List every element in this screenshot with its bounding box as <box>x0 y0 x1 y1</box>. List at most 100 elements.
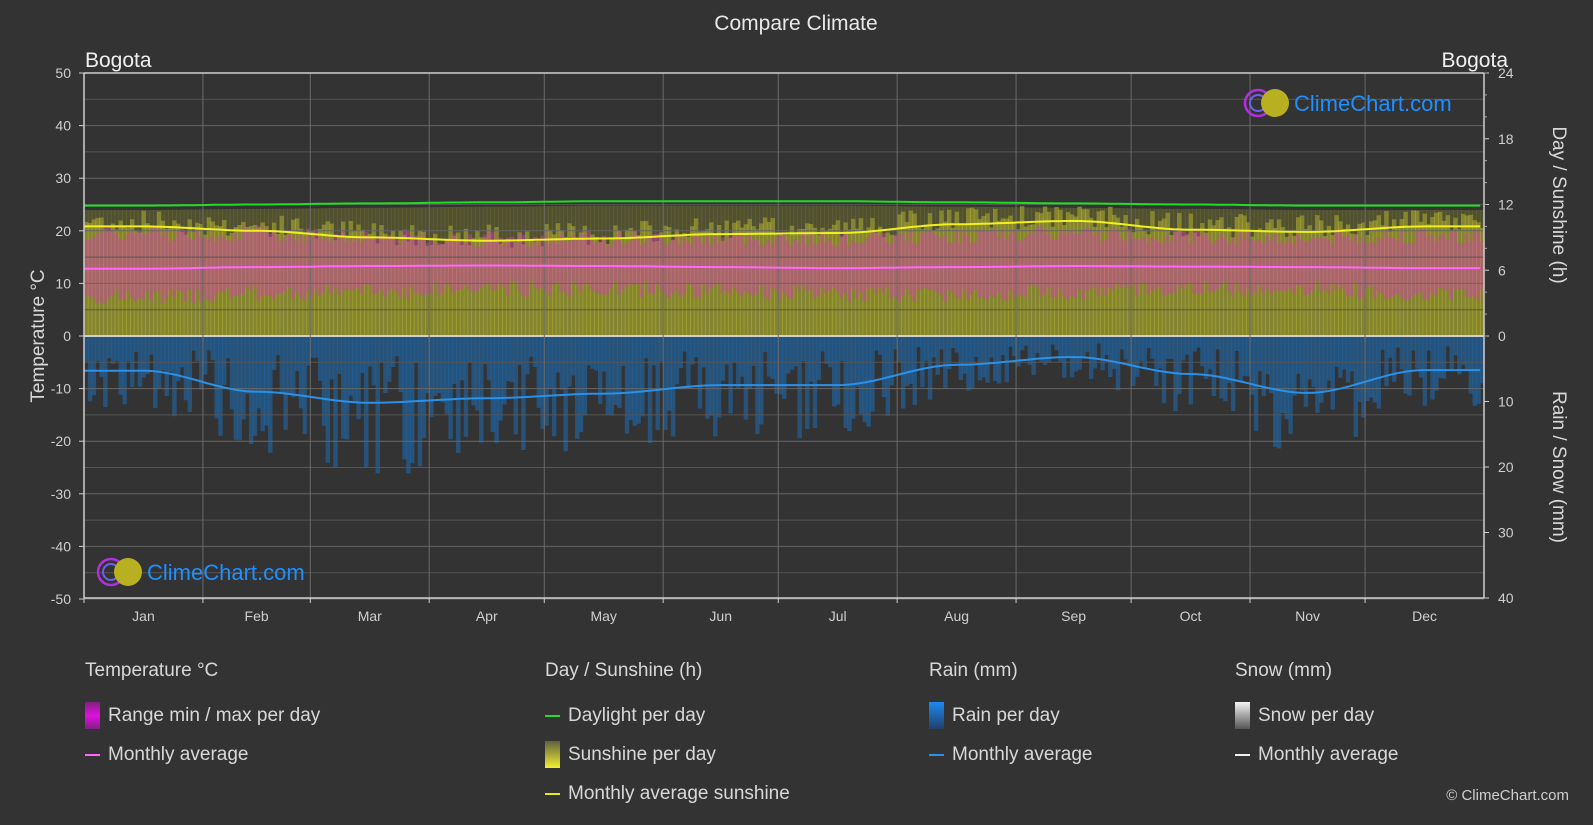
sunshine-bar-upper <box>877 205 883 227</box>
rain-bar <box>682 336 687 352</box>
sunshine-bar-upper <box>1407 209 1412 228</box>
temp-range-bar <box>690 243 695 285</box>
y-axis-label-temperature: Temperature °C <box>28 269 49 402</box>
rain-bar <box>770 336 776 379</box>
sunshine-bar-upper <box>843 205 848 223</box>
temp-range-bar <box>256 225 262 301</box>
rain-bar <box>1449 336 1454 370</box>
sunshine-bar-upper <box>1223 209 1228 229</box>
sunshine-bar-upper <box>1342 209 1347 229</box>
temp-range-bar <box>218 235 223 291</box>
legend-item-temp-range: Range min / max per day <box>85 696 320 735</box>
y-tick-label-sunshine: 12 <box>1498 197 1514 213</box>
temp-range-bar <box>1219 234 1224 286</box>
temp-range-bar <box>517 233 522 291</box>
temp-range-bar <box>1342 236 1347 290</box>
sunshine-bar-upper <box>1311 209 1316 231</box>
sunshine-bar-upper <box>371 207 377 224</box>
temp-range-bar <box>985 231 990 300</box>
rain-bar <box>525 336 530 375</box>
sunshine-bar-upper <box>160 209 166 221</box>
temp-range-bar <box>1062 228 1067 297</box>
temp-range-bar <box>720 237 726 294</box>
rain-bar <box>233 336 239 440</box>
rain-bar <box>1192 336 1197 352</box>
rain-bar <box>924 336 929 361</box>
sunshine-bar-upper <box>862 205 868 231</box>
x-tick-label-month: Nov <box>1295 608 1320 624</box>
rain-bar <box>471 336 476 406</box>
rain-bar <box>1177 336 1182 395</box>
legend-label: Monthly average <box>108 743 249 765</box>
sunshine-bar-upper <box>1395 209 1401 227</box>
rain-bar <box>590 336 595 369</box>
temp-range-bar <box>1234 243 1240 284</box>
sunshine-bar-upper <box>486 206 492 225</box>
rain-bar <box>110 336 116 364</box>
rain-bar <box>766 336 772 377</box>
temp-range-bar <box>862 242 868 302</box>
rain-bar <box>555 336 561 373</box>
temp-range-bar <box>870 233 875 288</box>
rain-bar <box>210 336 216 361</box>
sunshine-bar-upper <box>597 205 603 243</box>
temp-range-bar <box>241 227 246 295</box>
rain-bar <box>118 336 123 395</box>
sunshine-bar-upper <box>337 207 342 237</box>
sunshine-bar-upper <box>927 206 933 214</box>
temp-range-bar <box>168 241 173 289</box>
rain-bar <box>1108 336 1113 377</box>
temp-range-bar <box>145 234 150 292</box>
sunshine-bar-upper <box>291 208 296 220</box>
sunshine-bar-upper <box>421 207 426 232</box>
sunshine-bar-upper <box>1453 209 1458 218</box>
temp-range-bar <box>885 241 891 287</box>
temp-range-bar <box>854 242 860 299</box>
sunshine-bar-upper <box>739 205 745 228</box>
sunshine-bar-upper <box>126 209 131 228</box>
temp-range-bar <box>548 244 553 297</box>
sunshine-bar-upper <box>241 208 246 222</box>
rain-bar <box>1119 336 1125 350</box>
temp-range-bar <box>1292 244 1297 294</box>
temp-range-bar <box>1411 243 1416 297</box>
sunshine-bar-upper <box>751 205 756 227</box>
sunshine-bar-upper <box>594 205 599 238</box>
sunshine-bar-upper <box>1250 209 1255 237</box>
rain-bar <box>574 336 580 439</box>
temp-range-bar <box>433 244 438 283</box>
temp-range-bar <box>314 229 319 289</box>
rain-bar <box>1407 336 1412 396</box>
sunshine-bar-upper <box>525 206 530 232</box>
rain-bar <box>678 336 683 369</box>
temp-range-bar <box>605 245 611 295</box>
temp-range-bar <box>877 235 883 288</box>
sunshine-bar-upper <box>1326 209 1332 226</box>
sunshine-bar-upper <box>502 206 507 240</box>
sunshine-bar-upper <box>943 206 948 222</box>
rain-bar <box>1000 336 1006 356</box>
sunshine-bar-upper <box>851 205 856 219</box>
sunshine-bar-upper <box>1134 208 1140 219</box>
sunshine-bar-upper <box>1188 208 1194 214</box>
sunshine-bar-upper <box>222 209 227 220</box>
temp-range-bar <box>1008 233 1013 290</box>
temp-range-bar <box>1261 243 1266 294</box>
sunshine-bar-upper <box>544 206 549 224</box>
rain-bar <box>275 336 281 356</box>
sunshine-bar-upper <box>1414 209 1420 211</box>
sunshine-bar-upper <box>977 206 983 219</box>
rain-bar <box>160 336 166 371</box>
sunshine-bar-upper <box>1368 209 1374 222</box>
rain-bar <box>1092 336 1098 369</box>
temp-range-bar <box>835 246 841 293</box>
rain-bar <box>191 336 196 351</box>
temp-range-bar <box>801 232 806 286</box>
sunshine-bar-upper <box>1399 209 1405 219</box>
sunshine-bar-upper <box>578 205 584 233</box>
temp-range-bar <box>544 232 549 292</box>
temp-range-bar <box>574 237 580 286</box>
sunshine-bar-upper <box>601 205 607 238</box>
temp-range-bar <box>195 228 200 291</box>
x-tick-label-month: Jul <box>829 608 847 624</box>
